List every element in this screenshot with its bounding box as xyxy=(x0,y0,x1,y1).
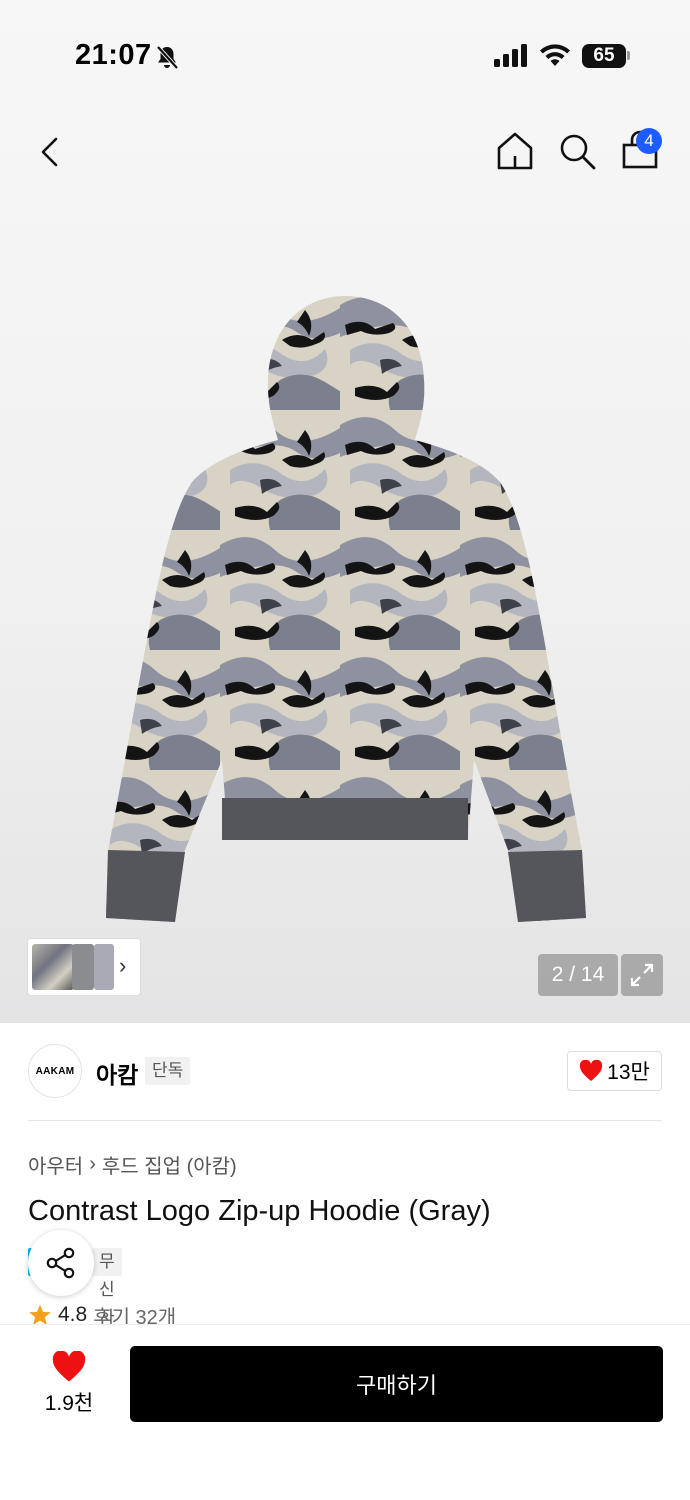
expand-button[interactable] xyxy=(621,954,663,996)
share-button[interactable] xyxy=(28,1230,94,1296)
thumbnail-side[interactable] xyxy=(94,944,114,990)
buy-button[interactable]: 구매하기 xyxy=(130,1346,663,1422)
bottom-action-bar: 1.9천 구매하기 xyxy=(0,1324,690,1500)
breadcrumb: 아우터 › 후드 집업 (아캄) xyxy=(28,1150,237,1179)
battery-level: 65 xyxy=(582,44,626,68)
wishlist-button[interactable]: 1.9천 xyxy=(36,1351,102,1421)
mute-icon xyxy=(156,45,179,70)
cart-count-badge: 4 xyxy=(636,128,662,154)
musinsa-exclusive-tag: 무신사단독 xyxy=(92,1248,122,1383)
heart-icon xyxy=(580,1060,603,1081)
status-bar: 21:07 65 xyxy=(0,0,690,110)
battery-tip xyxy=(627,51,630,60)
chevron-right-icon: › xyxy=(89,1153,96,1175)
thumbnail-strip[interactable]: › xyxy=(27,938,141,996)
breadcrumb-category[interactable]: 아우터 xyxy=(28,1150,83,1179)
brand-name[interactable]: 아캄 xyxy=(96,1056,138,1090)
image-counter: 2 / 14 xyxy=(538,954,618,996)
status-time: 21:07 xyxy=(75,39,152,71)
signal-icon xyxy=(494,44,527,67)
wishlist-count: 1.9천 xyxy=(44,1392,94,1415)
chevron-right-icon[interactable]: › xyxy=(119,953,126,979)
exclusive-tag: 단독 xyxy=(145,1057,191,1085)
thumbnail-front[interactable] xyxy=(32,944,74,990)
brand-logo[interactable]: AAKAM xyxy=(28,1044,82,1098)
brand-like-button[interactable]: 13만 xyxy=(567,1051,662,1091)
back-icon[interactable] xyxy=(30,132,70,172)
expand-icon xyxy=(630,963,654,987)
product-image[interactable] xyxy=(100,290,592,930)
product-title: Contrast Logo Zip-up Hoodie (Gray) xyxy=(28,1195,491,1227)
home-icon[interactable] xyxy=(494,130,536,172)
breadcrumb-subcategory[interactable]: 후드 집업 (아캄) xyxy=(102,1150,237,1179)
search-icon[interactable] xyxy=(556,130,598,172)
heart-icon xyxy=(52,1351,86,1382)
thumbnail-back[interactable] xyxy=(72,944,94,990)
wifi-icon xyxy=(540,44,570,66)
brand-row: AAKAM 아캄 단독 13만 xyxy=(28,1044,662,1100)
brand-like-count: 13만 xyxy=(607,1061,650,1084)
share-icon xyxy=(46,1247,75,1279)
divider xyxy=(28,1120,662,1121)
